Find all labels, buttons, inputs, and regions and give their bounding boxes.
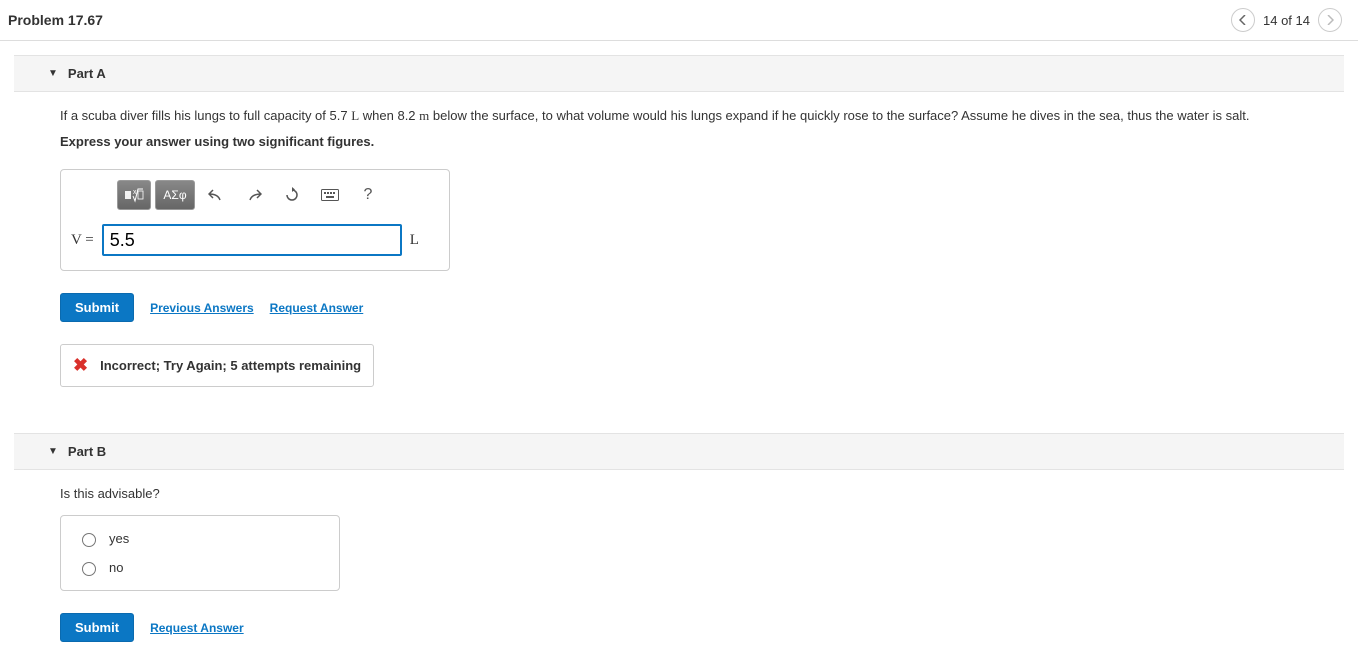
part-b-title: Part B	[68, 444, 106, 459]
prev-button[interactable]	[1231, 8, 1255, 32]
answer-row: V = L	[71, 224, 439, 256]
caret-down-icon: ▼	[48, 446, 58, 457]
previous-answers-link[interactable]: Previous Answers	[150, 301, 254, 315]
answer-box: x ΑΣφ ? V = L	[60, 169, 450, 271]
q-text: when 8.2	[359, 108, 419, 123]
part-a-body: If a scuba diver fills his lungs to full…	[0, 92, 1358, 403]
part-a-title: Part A	[68, 66, 106, 81]
part-b-question: Is this advisable?	[60, 486, 1342, 501]
q-unit: L	[351, 108, 359, 123]
part-a-question: If a scuba diver fills his lungs to full…	[60, 108, 1342, 124]
reset-icon	[284, 187, 300, 203]
nav-controls: 14 of 14	[1231, 8, 1342, 32]
feedback-box: ✖ Incorrect; Try Again; 5 attempts remai…	[60, 344, 374, 387]
answer-input[interactable]	[102, 224, 402, 256]
nav-count: 14 of 14	[1263, 13, 1310, 28]
radio-yes[interactable]	[82, 533, 96, 547]
part-b-header[interactable]: ▼ Part B	[14, 433, 1344, 470]
part-a-actions: Submit Previous Answers Request Answer	[60, 293, 1342, 322]
redo-icon	[246, 188, 262, 202]
part-b-body: Is this advisable? yes no Submit Request…	[0, 470, 1358, 658]
problem-header: Problem 17.67 14 of 14	[0, 0, 1358, 41]
incorrect-icon: ✖	[73, 355, 88, 376]
part-b-actions: Submit Request Answer	[60, 613, 1342, 642]
request-answer-link[interactable]: Request Answer	[150, 621, 244, 635]
next-button[interactable]	[1318, 8, 1342, 32]
option-yes[interactable]: yes	[77, 530, 323, 547]
greek-button[interactable]: ΑΣφ	[155, 180, 195, 210]
template-button[interactable]: x	[117, 180, 151, 210]
keyboard-icon	[321, 189, 339, 201]
reset-button[interactable]	[275, 180, 309, 210]
feedback-text: Incorrect; Try Again; 5 attempts remaini…	[100, 358, 361, 373]
q-text: If a scuba diver fills his lungs to full…	[60, 108, 351, 123]
radio-no[interactable]	[82, 562, 96, 576]
option-yes-label: yes	[109, 531, 129, 546]
radio-options: yes no	[60, 515, 340, 591]
variable-label: V =	[71, 232, 94, 249]
chevron-left-icon	[1239, 15, 1247, 25]
submit-button[interactable]: Submit	[60, 613, 134, 642]
undo-button[interactable]	[199, 180, 233, 210]
q-unit: m	[419, 108, 429, 123]
instruction-text: Express your answer using two significan…	[60, 134, 1342, 149]
submit-button[interactable]: Submit	[60, 293, 134, 322]
unit-label: L	[410, 232, 419, 249]
redo-button[interactable]	[237, 180, 271, 210]
part-a-header[interactable]: ▼ Part A	[14, 55, 1344, 92]
option-no[interactable]: no	[77, 559, 323, 576]
caret-down-icon: ▼	[48, 68, 58, 79]
problem-title: Problem 17.67	[8, 12, 103, 28]
option-no-label: no	[109, 560, 123, 575]
help-button[interactable]: ?	[351, 180, 385, 210]
chevron-right-icon	[1326, 15, 1334, 25]
q-text: below the surface, to what volume would …	[429, 108, 1249, 123]
undo-icon	[208, 188, 224, 202]
formula-toolbar: x ΑΣφ ?	[117, 180, 439, 210]
request-answer-link[interactable]: Request Answer	[270, 301, 364, 315]
keyboard-button[interactable]	[313, 180, 347, 210]
fraction-root-icon: x	[124, 187, 144, 203]
